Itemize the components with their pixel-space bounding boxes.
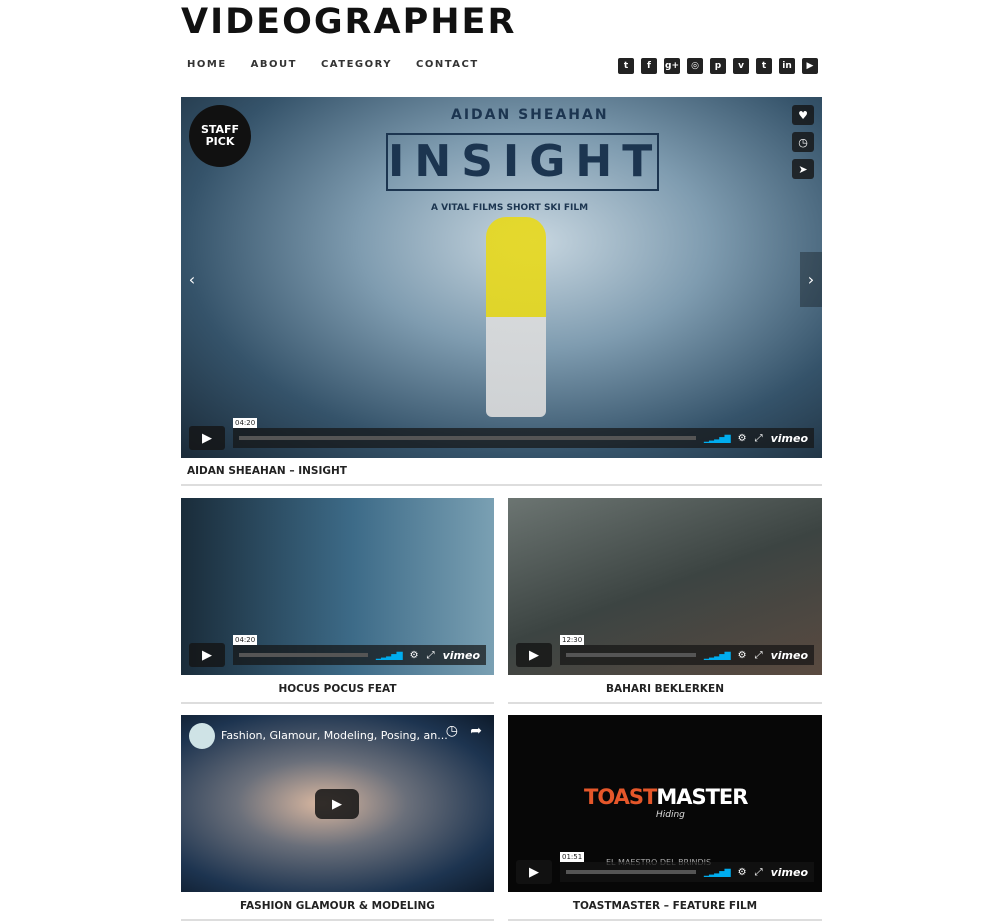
- time-label: 04:20: [233, 635, 258, 645]
- google-plus-icon[interactable]: g+: [664, 58, 680, 74]
- play-button[interactable]: ▶: [516, 643, 552, 667]
- vimeo-icon[interactable]: v: [733, 58, 749, 74]
- video-hocus-pocus[interactable]: ▶ 04:20 ▁▂▃▅▇ ⚙ ⤢ vimeo: [181, 498, 494, 675]
- fullscreen-icon[interactable]: ⤢: [755, 433, 763, 444]
- logo-part: MASTER: [656, 785, 748, 809]
- film-director: AIDAN SHEAHAN: [451, 107, 609, 123]
- volume-icon[interactable]: ▁▂▃▅▇: [704, 651, 731, 660]
- settings-icon[interactable]: ⚙: [738, 867, 747, 878]
- site-logo[interactable]: VIDEOGRAPHER: [181, 2, 516, 42]
- nav-about[interactable]: ABOUT: [251, 59, 297, 70]
- facebook-icon[interactable]: f: [641, 58, 657, 74]
- progress-track[interactable]: [239, 653, 368, 657]
- player-controls: ▶ 04:20 ▁▂▃▅▇ ⚙ ⤢ vimeo: [189, 418, 814, 450]
- like-button[interactable]: ♥: [792, 105, 814, 125]
- fullscreen-icon[interactable]: ⤢: [755, 650, 763, 661]
- settings-icon[interactable]: ⚙: [738, 433, 747, 444]
- skier-figure: [486, 217, 546, 417]
- progress-track[interactable]: [239, 436, 696, 440]
- volume-icon[interactable]: ▁▂▃▅▇: [704, 434, 731, 443]
- watch-later-icon[interactable]: ◷: [446, 723, 458, 739]
- progress-bar[interactable]: 01:51 ▁▂▃▅▇ ⚙ ⤢ vimeo: [560, 852, 814, 882]
- watch-later-button[interactable]: ◷: [792, 132, 814, 152]
- youtube-video-title[interactable]: Fashion, Glamour, Modeling, Posing, an..…: [221, 729, 448, 742]
- time-label: 01:51: [560, 852, 585, 862]
- video-caption[interactable]: TOASTMASTER – FEATURE FILM: [508, 900, 822, 921]
- volume-icon[interactable]: ▁▂▃▅▇: [704, 868, 731, 877]
- social-links: t f g+ ◎ p v t in ▶: [618, 58, 818, 74]
- video-bahari-beklerken[interactable]: ▶ 12:30 ▁▂▃▅▇ ⚙ ⤢ vimeo: [508, 498, 822, 675]
- vimeo-logo[interactable]: vimeo: [771, 649, 808, 662]
- pinterest-icon[interactable]: p: [710, 58, 726, 74]
- progress-track[interactable]: [566, 653, 696, 657]
- logo-part: TOAST: [584, 785, 657, 809]
- next-arrow-icon[interactable]: ›: [800, 252, 822, 307]
- play-button[interactable]: ▶: [189, 426, 225, 450]
- video-fashion-glamour[interactable]: Fashion, Glamour, Modeling, Posing, an..…: [181, 715, 494, 892]
- instagram-icon[interactable]: ◎: [687, 58, 703, 74]
- video-toastmaster[interactable]: TOASTMASTER Hiding EL MAESTRO DEL BRINDI…: [508, 715, 822, 892]
- logo-subtitle: Hiding: [656, 810, 685, 820]
- hero-caption[interactable]: AIDAN SHEAHAN – INSIGHT: [181, 465, 822, 486]
- vimeo-logo[interactable]: vimeo: [771, 432, 808, 445]
- linkedin-icon[interactable]: in: [779, 58, 795, 74]
- channel-avatar[interactable]: [189, 723, 215, 749]
- film-title: INSIGHT: [386, 133, 659, 191]
- hero-video[interactable]: STAFF PICK AIDAN SHEAHAN INSIGHT A VITAL…: [181, 97, 822, 458]
- tumblr-icon[interactable]: t: [756, 58, 772, 74]
- settings-icon[interactable]: ⚙: [410, 650, 419, 661]
- volume-icon[interactable]: ▁▂▃▅▇: [376, 651, 403, 660]
- time-label: 04:20: [233, 418, 258, 428]
- twitter-icon[interactable]: t: [618, 58, 634, 74]
- youtube-icon[interactable]: ▶: [802, 58, 818, 74]
- play-button[interactable]: ▶: [189, 643, 225, 667]
- time-label: 12:30: [560, 635, 585, 645]
- video-caption[interactable]: BAHARI BEKLERKEN: [508, 683, 822, 704]
- nav-contact[interactable]: CONTACT: [416, 59, 479, 70]
- toastmaster-logo: TOASTMASTER: [584, 785, 748, 809]
- play-button[interactable]: ▶: [315, 789, 359, 819]
- play-button[interactable]: ▶: [516, 860, 552, 884]
- progress-track[interactable]: [566, 870, 696, 874]
- settings-icon[interactable]: ⚙: [738, 650, 747, 661]
- nav-category[interactable]: CATEGORY: [321, 59, 392, 70]
- nav-home[interactable]: HOME: [187, 59, 227, 70]
- share-icon[interactable]: ➦: [470, 723, 482, 739]
- progress-bar[interactable]: 04:20 ▁▂▃▅▇ ⚙ ⤢ vimeo: [233, 635, 486, 665]
- staff-pick-badge: STAFF PICK: [189, 105, 251, 167]
- vimeo-logo[interactable]: vimeo: [771, 866, 808, 879]
- progress-bar[interactable]: 12:30 ▁▂▃▅▇ ⚙ ⤢ vimeo: [560, 635, 814, 665]
- video-caption[interactable]: FASHION GLAMOUR & MODELING: [181, 900, 494, 921]
- fullscreen-icon[interactable]: ⤢: [755, 867, 763, 878]
- film-tagline: A VITAL FILMS SHORT SKI FILM: [431, 203, 589, 213]
- fullscreen-icon[interactable]: ⤢: [427, 650, 435, 661]
- prev-arrow-icon[interactable]: ‹: [181, 252, 203, 307]
- main-nav: HOME ABOUT CATEGORY CONTACT: [187, 59, 479, 70]
- video-caption[interactable]: HOCUS POCUS FEAT: [181, 683, 494, 704]
- progress-bar[interactable]: 04:20 ▁▂▃▅▇ ⚙ ⤢ vimeo: [233, 418, 814, 448]
- share-button[interactable]: ➤: [792, 159, 814, 179]
- vimeo-logo[interactable]: vimeo: [443, 649, 480, 662]
